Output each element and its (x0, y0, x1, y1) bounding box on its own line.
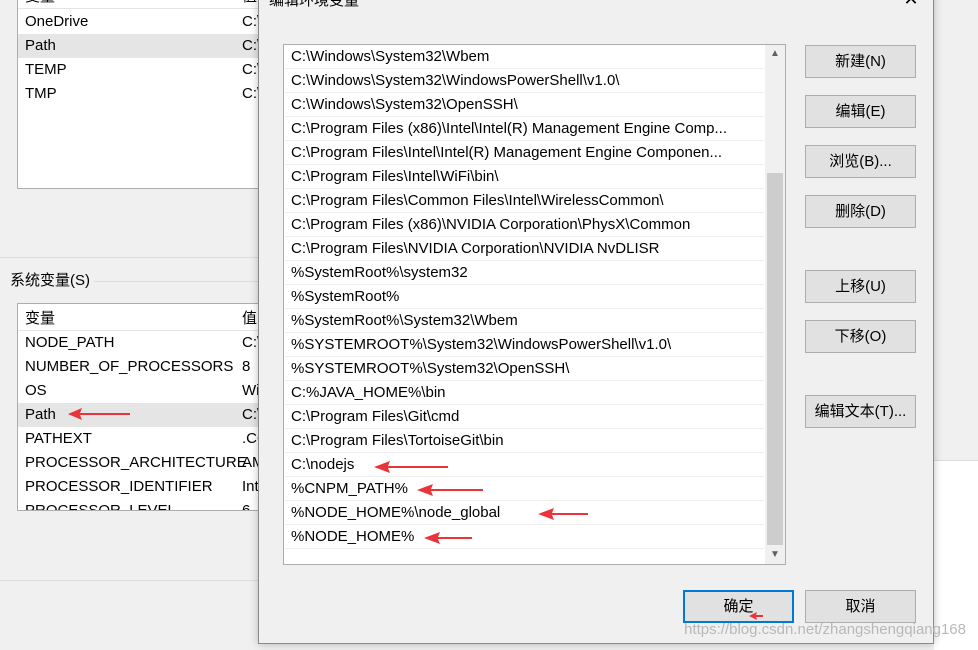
browse-button[interactable]: 浏览(B)... (805, 145, 916, 178)
list-item[interactable]: PROCESSOR_IDENTIFIER Int (18, 475, 276, 499)
watermark: https://blog.csdn.net/zhangshengqiang168 (684, 621, 966, 638)
list-item[interactable]: NODE_PATH C:\ (18, 331, 276, 355)
scroll-down-icon[interactable]: ▼ (765, 546, 785, 564)
variable-name: Path (25, 37, 56, 54)
path-list-item[interactable]: C:\Program Files (x86)\Intel\Intel(R) Ma… (285, 117, 764, 141)
annotation-arrow-icon (374, 461, 448, 473)
path-list-item[interactable]: %NODE_HOME%\node_global (285, 501, 764, 525)
group-divider (94, 281, 264, 282)
path-list-item[interactable]: C:\Program Files\Intel\WiFi\bin\ (285, 165, 764, 189)
column-header-value[interactable]: 值 (242, 0, 257, 9)
list-item[interactable]: Path C:\ (18, 403, 276, 427)
scroll-up-icon[interactable]: ▲ (765, 45, 785, 63)
annotation-arrow-icon (538, 508, 588, 520)
variable-name: TEMP (25, 61, 67, 78)
list-item[interactable]: NUMBER_OF_PROCESSORS 8 (18, 355, 276, 379)
variable-name: Path (25, 406, 56, 423)
vertical-scrollbar[interactable]: ▲ ▼ (765, 45, 785, 564)
variable-name: NUMBER_OF_PROCESSORS (25, 358, 234, 375)
variable-value: 8 (242, 358, 251, 375)
annotation-arrow-icon (424, 532, 472, 544)
list-item[interactable]: OS Wi (18, 379, 276, 403)
annotation-arrow-icon (417, 484, 483, 496)
path-list-item[interactable]: C:\nodejs (285, 453, 764, 477)
annotation-arrow-icon (749, 612, 763, 620)
path-list-item[interactable]: C:\Windows\System32\Wbem (285, 45, 764, 69)
list-item[interactable]: PROCESSOR_ARCHITECTURE AM (18, 451, 276, 475)
column-header-variable[interactable]: 变量 (25, 0, 55, 9)
variable-name: NODE_PATH (25, 334, 115, 351)
column-header-variable[interactable]: 变量 (25, 307, 55, 331)
list-item[interactable]: OneDrive C:\ (18, 10, 276, 34)
edit-text-button[interactable]: 编辑文本(T)... (805, 395, 916, 428)
edit-button[interactable]: 编辑(E) (805, 95, 916, 128)
path-list-item[interactable]: C:\Program Files\NVIDIA Corporation\NVID… (285, 237, 764, 261)
scrollbar-thumb[interactable] (767, 173, 783, 545)
list-item[interactable]: TEMP C:\ (18, 58, 276, 82)
system-list-header: 变量 值 (18, 307, 276, 331)
list-item[interactable]: PROCESSOR_LEVEL 6 (18, 499, 276, 511)
path-list-item[interactable]: C:\Program Files\TortoiseGit\bin (285, 429, 764, 453)
variable-value: Int (242, 478, 259, 495)
path-list-item[interactable]: C:%JAVA_HOME%\bin (285, 381, 764, 405)
variable-name: OneDrive (25, 13, 89, 30)
ok-button[interactable]: 确定 (683, 590, 794, 623)
annotation-arrow-icon (68, 408, 130, 420)
new-button[interactable]: 新建(N) (805, 45, 916, 78)
list-item[interactable]: Path C:\ (18, 34, 276, 58)
move-up-button[interactable]: 上移(U) (805, 270, 916, 303)
list-item[interactable]: TMP C:\ (18, 82, 276, 106)
user-list-header: 变量 值 (18, 0, 276, 9)
variable-name: PROCESSOR_LEVEL (25, 502, 176, 511)
path-list-item[interactable]: %SystemRoot%\System32\Wbem (285, 309, 764, 333)
path-list-item[interactable]: %SystemRoot%\system32 (285, 261, 764, 285)
path-list[interactable]: C:\Windows\System32\Wbem C:\Windows\Syst… (283, 44, 786, 565)
close-icon[interactable]: ✕ (901, 0, 921, 9)
column-header-value[interactable]: 值 (242, 307, 257, 331)
path-list-item[interactable]: C:\Windows\System32\OpenSSH\ (285, 93, 764, 117)
path-list-item[interactable]: %NODE_HOME% (285, 525, 764, 549)
path-list-item[interactable]: C:\Program Files (x86)\NVIDIA Corporatio… (285, 213, 764, 237)
environment-variables-window: 变量 值 OneDrive C:\ Path C:\ TEMP C:\ TMP … (0, 0, 300, 650)
move-down-button[interactable]: 下移(O) (805, 320, 916, 353)
variable-value: 6 (242, 502, 251, 511)
path-list-item[interactable]: C:\Program Files\Git\cmd (285, 405, 764, 429)
path-list-item[interactable]: C:\Program Files\Intel\Intel(R) Manageme… (285, 141, 764, 165)
list-item[interactable]: PATHEXT .CO (18, 427, 276, 451)
path-list-item[interactable]: C:\Windows\System32\WindowsPowerShell\v1… (285, 69, 764, 93)
system-variables-list[interactable]: 变量 值 NODE_PATH C:\ NUMBER_OF_PROCESSORS … (17, 303, 277, 511)
variable-name: PATHEXT (25, 430, 92, 447)
path-list-item[interactable]: %SYSTEMROOT%\System32\WindowsPowerShell\… (285, 333, 764, 357)
variable-name: PROCESSOR_IDENTIFIER (25, 478, 213, 495)
variable-name: PROCESSOR_ARCHITECTURE (25, 454, 247, 471)
path-list-item[interactable]: %CNPM_PATH% (285, 477, 764, 501)
path-list-item[interactable]: %SystemRoot% (285, 285, 764, 309)
path-list-item[interactable]: C:\Program Files\Common Files\Intel\Wire… (285, 189, 764, 213)
edit-environment-variable-dialog: 编辑环境变量 ✕ C:\Windows\System32\Wbem C:\Win… (258, 0, 934, 644)
system-variables-group-label: 系统变量(S) (10, 272, 90, 289)
bottom-area (0, 580, 262, 650)
variable-name: TMP (25, 85, 57, 102)
cancel-button[interactable]: 取消 (805, 590, 916, 623)
path-list-item[interactable]: %SYSTEMROOT%\System32\OpenSSH\ (285, 357, 764, 381)
variable-value: Wi (242, 382, 260, 399)
dialog-title: 编辑环境变量 (269, 0, 360, 9)
variable-name: OS (25, 382, 47, 399)
delete-button[interactable]: 删除(D) (805, 195, 916, 228)
user-variables-list[interactable]: 变量 值 OneDrive C:\ Path C:\ TEMP C:\ TMP … (17, 0, 277, 189)
